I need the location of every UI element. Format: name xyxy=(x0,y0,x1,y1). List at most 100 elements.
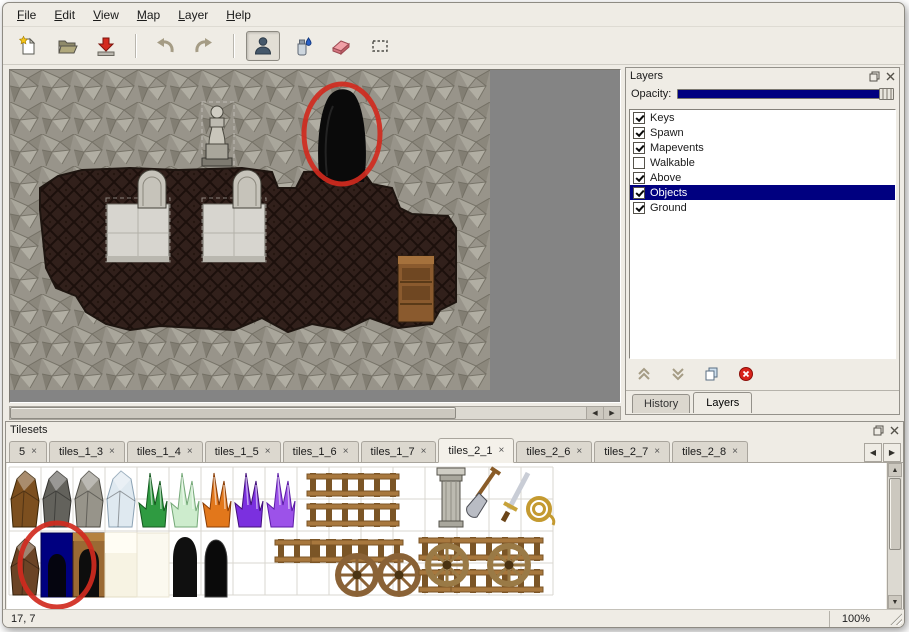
tile-cave-arch-2[interactable] xyxy=(205,540,227,597)
close-tab-icon[interactable]: × xyxy=(109,447,115,457)
scroll-left-button[interactable]: ◀ xyxy=(586,407,603,419)
menu-edit[interactable]: Edit xyxy=(46,5,83,25)
layer-row-mapevents[interactable]: Mapevents xyxy=(630,140,895,155)
close-tab-icon[interactable]: × xyxy=(498,446,504,456)
tilesets-panel-title: Tilesets xyxy=(10,424,48,436)
save-download-icon xyxy=(95,35,117,57)
tileset-tab[interactable]: tiles_1_6× xyxy=(283,441,359,462)
close-panel-icon[interactable] xyxy=(884,70,896,82)
tile-cave-arch-1[interactable] xyxy=(173,537,197,597)
float-panel-icon[interactable] xyxy=(868,70,880,82)
menu-help[interactable]: Help xyxy=(218,5,259,25)
map-canvas[interactable] xyxy=(10,70,620,402)
tab-scroll-left-button[interactable]: ◀ xyxy=(864,443,882,462)
delete-circle-icon xyxy=(737,366,755,382)
layer-row-ground[interactable]: Ground xyxy=(630,200,895,215)
menu-map[interactable]: Map xyxy=(129,5,168,25)
redo-button[interactable] xyxy=(187,31,221,61)
menu-file[interactable]: File xyxy=(9,5,44,25)
layer-checkbox[interactable] xyxy=(633,172,645,184)
tab-history[interactable]: History xyxy=(632,394,690,413)
cursor-coordinates: 17, 7 xyxy=(11,613,35,625)
opacity-slider[interactable] xyxy=(677,89,894,99)
menu-layer[interactable]: Layer xyxy=(170,5,216,25)
layer-row-above[interactable]: Above xyxy=(630,170,895,185)
scrollbar-thumb[interactable] xyxy=(889,478,901,550)
layer-row-objects[interactable]: Objects xyxy=(630,185,895,200)
selected-tile[interactable] xyxy=(41,533,73,597)
tileset-canvas[interactable] xyxy=(7,463,873,609)
toolbar xyxy=(3,27,904,65)
save-button[interactable] xyxy=(89,31,123,61)
opacity-label: Opacity: xyxy=(631,88,671,100)
toolbar-separator xyxy=(233,34,234,58)
tileset-tab[interactable]: tiles_1_5× xyxy=(205,441,281,462)
tile-wheel-2[interactable] xyxy=(380,556,418,594)
new-file-icon xyxy=(17,35,39,57)
tileset-tab[interactable]: tiles_1_3× xyxy=(49,441,125,462)
tileset-tab[interactable]: 5× xyxy=(9,441,47,462)
tileset-tab[interactable]: tiles_2_8× xyxy=(672,441,748,462)
scrollbar-thumb[interactable] xyxy=(10,407,456,419)
ink-fill-icon xyxy=(291,35,313,57)
layer-checkbox[interactable] xyxy=(633,157,645,169)
close-tab-icon[interactable]: × xyxy=(732,447,738,457)
tileset-view[interactable] xyxy=(7,463,886,609)
tile-pale-2[interactable] xyxy=(137,533,169,597)
gravestone-right xyxy=(233,170,261,208)
layers-panel: Layers Opacity: xyxy=(625,67,900,415)
tileset-tab[interactable]: tiles_2_7× xyxy=(594,441,670,462)
undo-button[interactable] xyxy=(148,31,182,61)
map-horizontal-scrollbar[interactable]: ◀ ▶ xyxy=(9,406,621,420)
layer-row-spawn[interactable]: Spawn xyxy=(630,125,895,140)
tile-pale-1[interactable] xyxy=(105,533,137,597)
stamp-tool-button[interactable] xyxy=(246,31,280,61)
layer-checkbox[interactable] xyxy=(633,127,645,139)
raise-layer-button[interactable] xyxy=(632,364,656,384)
close-tab-icon[interactable]: × xyxy=(654,447,660,457)
lower-layer-button[interactable] xyxy=(666,364,690,384)
select-tool-button[interactable] xyxy=(363,31,397,61)
close-tab-icon[interactable]: × xyxy=(343,447,349,457)
layer-checkbox[interactable] xyxy=(633,142,645,154)
layer-checkbox[interactable] xyxy=(633,187,645,199)
chevrons-down-icon xyxy=(669,366,687,382)
chevrons-up-icon xyxy=(635,366,653,382)
float-panel-icon[interactable] xyxy=(872,424,884,436)
tab-scroll-right-button[interactable]: ▶ xyxy=(883,443,901,462)
status-bar: 17, 7 100% xyxy=(3,609,904,627)
menu-view[interactable]: View xyxy=(85,5,127,25)
layer-list: Keys Spawn Mapevents Walkable Above xyxy=(629,109,896,359)
open-button[interactable] xyxy=(50,31,84,61)
layer-checkbox[interactable] xyxy=(633,112,645,124)
scroll-up-button[interactable]: ▲ xyxy=(888,463,902,477)
tileset-tab-active[interactable]: tiles_2_1× xyxy=(438,438,514,463)
zoom-level: 100% xyxy=(829,611,896,627)
close-tab-icon[interactable]: × xyxy=(265,447,271,457)
map-viewport[interactable] xyxy=(9,69,621,403)
close-tab-icon[interactable]: × xyxy=(31,447,37,457)
close-tab-icon[interactable]: × xyxy=(576,447,582,457)
opacity-slider-thumb[interactable] xyxy=(879,88,894,100)
duplicate-layer-button[interactable] xyxy=(700,364,724,384)
tileset-tab[interactable]: tiles_2_6× xyxy=(516,441,592,462)
close-tab-icon[interactable]: × xyxy=(421,447,427,457)
eraser-tool-button[interactable] xyxy=(324,31,358,61)
layer-row-walkable[interactable]: Walkable xyxy=(630,155,895,170)
new-button[interactable] xyxy=(11,31,45,61)
cabinet xyxy=(398,256,434,322)
tileset-tab[interactable]: tiles_1_4× xyxy=(127,441,203,462)
delete-layer-button[interactable] xyxy=(734,364,758,384)
tileset-tab[interactable]: tiles_1_7× xyxy=(361,441,437,462)
tab-layers[interactable]: Layers xyxy=(693,392,752,413)
tile-platform-left xyxy=(107,204,169,262)
close-panel-icon[interactable] xyxy=(888,424,900,436)
close-tab-icon[interactable]: × xyxy=(187,447,193,457)
tile-wheel-1[interactable] xyxy=(338,556,376,594)
scroll-right-button[interactable]: ▶ xyxy=(603,407,620,419)
scroll-down-button[interactable]: ▼ xyxy=(888,595,902,609)
layer-checkbox[interactable] xyxy=(633,202,645,214)
tileset-vertical-scrollbar[interactable]: ▲ ▼ xyxy=(887,463,902,609)
fill-tool-button[interactable] xyxy=(285,31,319,61)
layer-row-keys[interactable]: Keys xyxy=(630,110,895,125)
